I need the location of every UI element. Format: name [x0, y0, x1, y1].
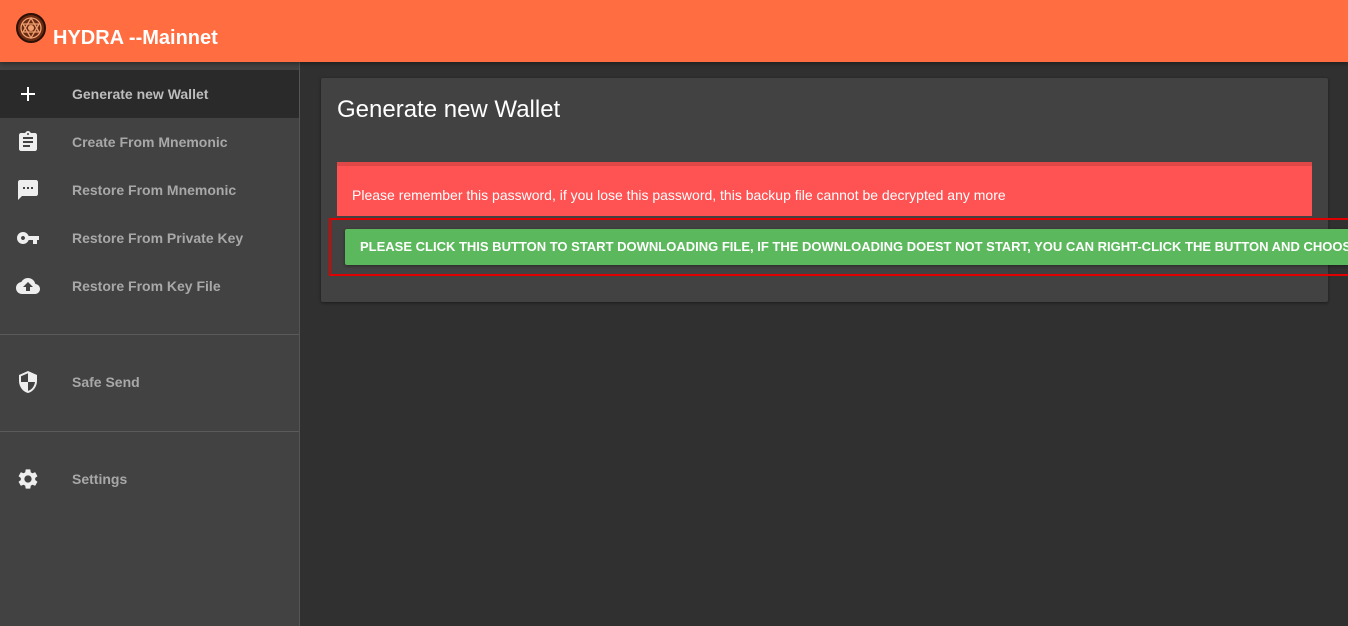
alert-message: Please remember this password, if you lo… — [352, 187, 1006, 203]
hydra-logo-icon — [15, 12, 47, 44]
sidebar-item-restore-from-mnemonic[interactable]: Restore From Mnemonic — [0, 166, 299, 214]
password-warning-alert: Please remember this password, if you lo… — [337, 162, 1312, 216]
sidebar-item-safe-send[interactable]: Safe Send — [0, 358, 299, 406]
sidebar-divider — [0, 334, 299, 335]
sidebar-item-label: Restore From Mnemonic — [72, 182, 237, 198]
app-window: HYDRA --Mainnet Generate new Wallet Crea… — [0, 0, 1348, 626]
sidebar-item-label: Restore From Private Key — [72, 230, 244, 246]
sidebar-item-label: Settings — [72, 471, 128, 487]
key-icon — [16, 226, 40, 250]
sidebar-item-restore-from-key-file[interactable]: Restore From Key File — [0, 262, 299, 310]
sidebar: Generate new Wallet Create From Mnemonic… — [0, 62, 300, 626]
sidebar-item-label: Restore From Key File — [72, 278, 221, 294]
gear-icon — [16, 467, 40, 491]
sidebar-divider — [0, 431, 299, 432]
cloud-upload-icon — [16, 274, 40, 298]
shield-icon — [16, 370, 40, 394]
chat-bubble-icon — [16, 178, 40, 202]
sidebar-item-generate-new-wallet[interactable]: Generate new Wallet — [0, 70, 299, 118]
sidebar-item-label: Create From Mnemonic — [72, 134, 228, 150]
page-title: Generate new Wallet — [337, 96, 561, 123]
sidebar-item-restore-from-private-key[interactable]: Restore From Private Key — [0, 214, 299, 262]
sidebar-item-settings[interactable]: Settings — [0, 455, 299, 503]
app-header: HYDRA --Mainnet — [0, 0, 1348, 62]
generate-wallet-card: Generate new Wallet Please remember this… — [321, 78, 1328, 302]
download-backup-file-button[interactable]: PLEASE CLICK THIS BUTTON TO START DOWNLO… — [345, 229, 1348, 265]
sidebar-item-label: Generate new Wallet — [72, 86, 209, 102]
app-title: HYDRA --Mainnet — [53, 27, 218, 49]
plus-icon — [16, 82, 40, 106]
clipboard-icon — [16, 130, 40, 154]
sidebar-item-label: Safe Send — [72, 374, 140, 390]
sidebar-item-create-from-mnemonic[interactable]: Create From Mnemonic — [0, 118, 299, 166]
